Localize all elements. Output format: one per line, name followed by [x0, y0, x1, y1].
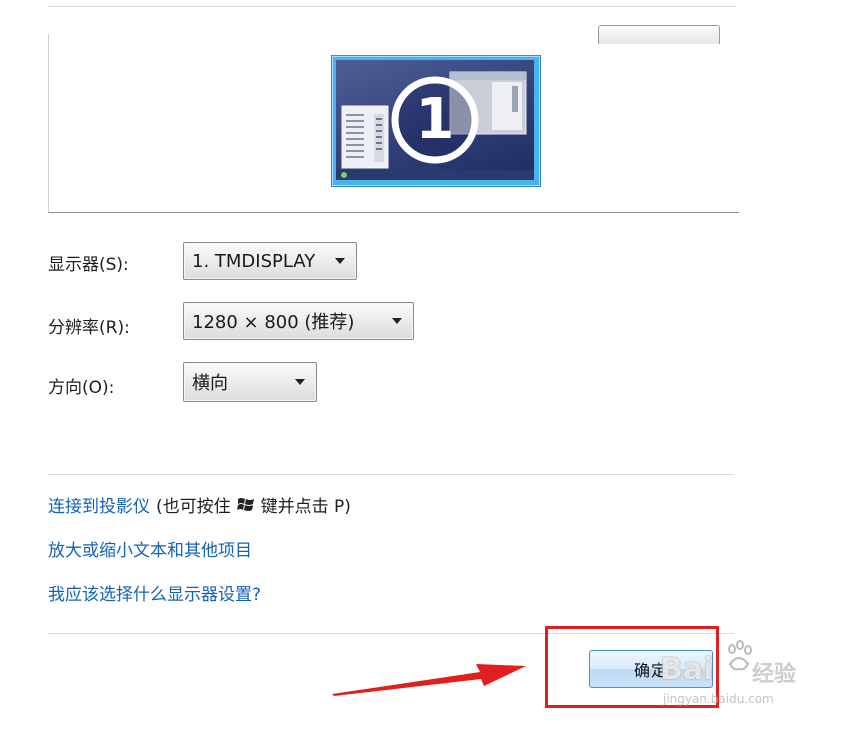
- resolution-label: 分辨率(R):: [48, 318, 130, 338]
- identify-button[interactable]: [598, 25, 720, 44]
- watermark-brand: Bai: [660, 652, 714, 687]
- projector-note-suffix: 键并点击 P): [260, 497, 351, 517]
- orientation-select[interactable]: 横向: [183, 362, 317, 402]
- projector-row: 连接到投影仪 (也可按住 键并点击 P): [48, 492, 351, 517]
- resolution-select-value: 1280 × 800 (推荐): [192, 312, 355, 333]
- watermark-url: jingyan.baidu.com: [663, 692, 774, 706]
- chevron-down-icon: [295, 379, 305, 385]
- chevron-down-icon: [335, 258, 345, 264]
- text-size-link[interactable]: 放大或缩小文本和其他项目: [48, 536, 252, 561]
- display-select[interactable]: 1. TMDISPLAY: [183, 242, 357, 280]
- connect-projector-link[interactable]: 连接到投影仪: [48, 492, 150, 517]
- chevron-down-icon: [392, 318, 402, 324]
- red-arrow-icon: [332, 664, 526, 696]
- orientation-label: 方向(O):: [48, 378, 115, 398]
- resolution-select[interactable]: 1280 × 800 (推荐): [183, 302, 414, 340]
- projector-note-prefix: (也可按住: [156, 497, 231, 517]
- paw-icon: [724, 640, 754, 678]
- display-label: 显示器(S):: [48, 255, 129, 275]
- display-settings-help-link[interactable]: 我应该选择什么显示器设置?: [48, 580, 261, 605]
- links-divider: [48, 474, 734, 475]
- monitor-number-label: 1: [415, 87, 455, 152]
- watermark-cn: 经验: [752, 662, 797, 687]
- display-select-value: 1. TMDISPLAY: [192, 250, 316, 272]
- orientation-select-value: 横向: [192, 373, 228, 394]
- top-divider: [48, 6, 736, 7]
- windows-logo-icon: [236, 496, 255, 513]
